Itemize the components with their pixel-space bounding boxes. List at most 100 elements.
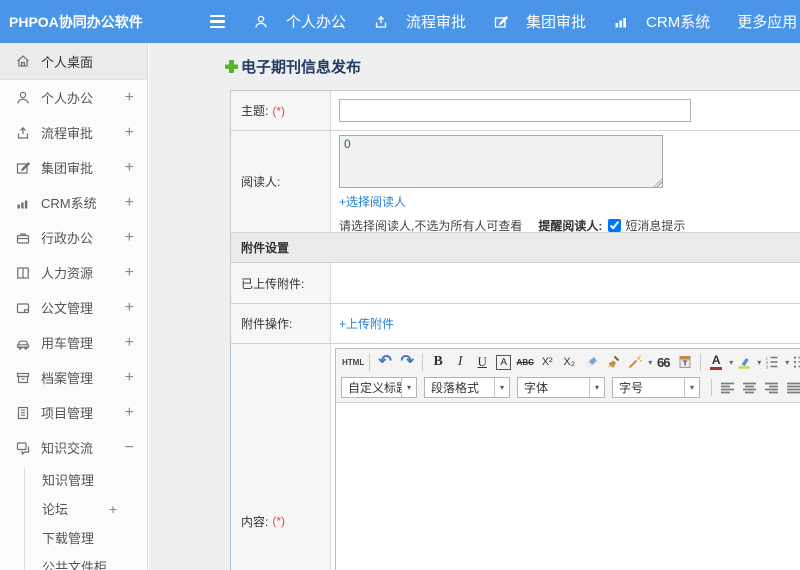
char-border-button[interactable]: A [496, 354, 512, 370]
autotypeset-button[interactable] [625, 352, 645, 372]
format-brush-button[interactable] [603, 352, 623, 372]
select-readers-link[interactable]: +选择阅读人 [339, 193, 406, 210]
app-window: PHPOA协同办公软件 个人办公 流程审批 集团审批 CRM系统 更多应用 个人… [0, 0, 800, 570]
upload-attachment-link[interactable]: +上传附件 [339, 315, 394, 332]
document-icon [15, 300, 31, 316]
expander[interactable]: + [125, 124, 134, 142]
expander[interactable]: + [125, 369, 134, 387]
nav-label: 集团审批 [526, 14, 587, 31]
page-title: 电子期刊信息发布 [225, 56, 361, 77]
undo-button[interactable]: ↶ [375, 352, 395, 372]
chat-icon [15, 440, 31, 456]
nav-crm[interactable]: CRM系统 [613, 11, 710, 32]
paragraph-format-select[interactable]: 段落格式 ▾ [424, 377, 510, 398]
expander[interactable]: + [125, 89, 134, 107]
briefcase-icon [15, 230, 31, 246]
redo-button[interactable]: ↷ [397, 352, 417, 372]
underline-button[interactable]: U [472, 352, 492, 372]
paste-text-button[interactable]: T [675, 352, 695, 372]
remove-format-button[interactable] [581, 352, 601, 372]
workflow-icon [15, 125, 31, 141]
caret-down-icon[interactable]: ▾ [757, 358, 761, 367]
expander[interactable]: + [125, 194, 134, 212]
caret-down-icon: ▾ [684, 378, 699, 397]
sidebar-item-label: 公共文件柜 [42, 560, 108, 570]
edit-icon [493, 14, 509, 30]
expander[interactable]: + [125, 229, 134, 247]
nav-more-apps[interactable]: 更多应用 ▼ [737, 11, 800, 32]
sidebar-item-personal-desktop[interactable]: 个人桌面 [0, 43, 147, 80]
notebook-icon [15, 405, 31, 421]
ordered-list-button[interactable]: 123 [762, 352, 782, 372]
sidebar-item-label: 集团审批 [41, 161, 94, 176]
expander[interactable]: + [125, 159, 134, 177]
bold-button[interactable]: B [428, 352, 448, 372]
subject-row: 主题: (*) [231, 91, 800, 131]
sidebar-item-label: 档案管理 [41, 371, 94, 386]
publish-form: 主题: (*) 阅读人: 0 +选择阅读人 请选择阅读人,不选为所有人可查看 提… [230, 90, 800, 570]
font-family-select[interactable]: 字体 ▾ [517, 377, 605, 398]
sidebar-item-label: 知识管理 [42, 473, 95, 488]
sidebar-item-knowledge-exchange[interactable]: 知识交流 − [0, 430, 147, 465]
sidebar-subitem-knowledge-mgmt[interactable]: 知识管理 [0, 465, 147, 494]
expander[interactable]: + [125, 264, 134, 282]
font-size-select[interactable]: 字号 ▾ [612, 377, 700, 398]
sidebar-subitem-download-mgmt[interactable]: 下载管理 [0, 523, 147, 552]
menu-toggle-button[interactable] [210, 15, 225, 28]
sidebar-item-project-mgmt[interactable]: 项目管理 + [0, 395, 147, 430]
italic-button[interactable]: I [450, 352, 470, 372]
sidebar-item-admin-office[interactable]: 行政办公 + [0, 220, 147, 255]
sidebar-item-hr[interactable]: 人力资源 + [0, 255, 147, 290]
subscript-button[interactable]: X₂ [559, 352, 579, 372]
sms-notify-label: 短消息提示 [625, 219, 686, 233]
sidebar-item-group-approval[interactable]: 集团审批 + [0, 150, 147, 185]
nav-group-approval[interactable]: 集团审批 [493, 11, 586, 32]
expander[interactable]: + [109, 501, 117, 517]
superscript-button[interactable]: X² [537, 352, 557, 372]
sms-notify-checkbox[interactable] [608, 219, 622, 232]
blockquote-button[interactable]: 66 [653, 352, 673, 372]
sidebar-item-label: 人力资源 [41, 266, 94, 281]
sidebar-item-label: CRM系统 [41, 196, 97, 211]
nav-personal-office[interactable]: 个人办公 [253, 11, 346, 32]
align-center-button[interactable] [739, 378, 759, 398]
font-color-button[interactable]: A [706, 352, 726, 372]
editor-content-area[interactable] [336, 402, 800, 570]
expander[interactable]: + [125, 404, 134, 422]
content-label: 内容: [241, 514, 269, 529]
custom-title-select[interactable]: 自定义标题 ▾ [341, 377, 417, 398]
expander[interactable]: + [125, 299, 134, 317]
svg-text:T: T [683, 359, 688, 368]
home-icon [15, 53, 31, 69]
html-source-button[interactable]: HTML [342, 352, 364, 372]
uploaded-attachments-row: 已上传附件: [231, 263, 800, 304]
sidebar-item-crm[interactable]: CRM系统 + [0, 185, 147, 220]
readers-textarea[interactable]: 0 [339, 135, 663, 188]
caret-down-icon[interactable]: ▾ [648, 358, 652, 367]
car-icon [15, 335, 31, 351]
sidebar-item-document-mgmt[interactable]: 公文管理 + [0, 290, 147, 325]
justify-button[interactable] [783, 378, 800, 398]
highlight-button[interactable] [734, 352, 754, 372]
nav-workflow-approval[interactable]: 流程审批 [373, 11, 466, 32]
sidebar-subitem-public-file-cabinet[interactable]: 公共文件柜 [0, 552, 147, 570]
strikethrough-button[interactable]: ABC [515, 352, 535, 372]
sidebar-subitem-forum[interactable]: 论坛 + [0, 494, 147, 523]
sidebar-item-archive-mgmt[interactable]: 档案管理 + [0, 360, 147, 395]
sidebar-item-personal-office[interactable]: 个人办公 + [0, 80, 147, 115]
expander[interactable]: + [125, 334, 134, 352]
subject-input[interactable] [339, 99, 691, 122]
collapse-icon[interactable]: − [125, 439, 134, 457]
nav-label: 个人办公 [286, 14, 347, 31]
unordered-list-button[interactable] [790, 352, 800, 372]
caret-down-icon[interactable]: ▾ [729, 358, 733, 367]
sidebar-item-workflow-approval[interactable]: 流程审批 + [0, 115, 147, 150]
caret-down-icon[interactable]: ▾ [785, 358, 789, 367]
uploaded-attachments-label: 已上传附件: [241, 276, 305, 291]
sidebar-item-vehicle-mgmt[interactable]: 用车管理 + [0, 325, 147, 360]
sidebar-item-label: 论坛 [42, 502, 69, 517]
topbar: PHPOA协同办公软件 个人办公 流程审批 集团审批 CRM系统 更多应用 [0, 0, 800, 43]
sidebar-item-label: 用车管理 [41, 336, 94, 351]
align-right-button[interactable] [761, 378, 781, 398]
align-left-button[interactable] [717, 378, 737, 398]
